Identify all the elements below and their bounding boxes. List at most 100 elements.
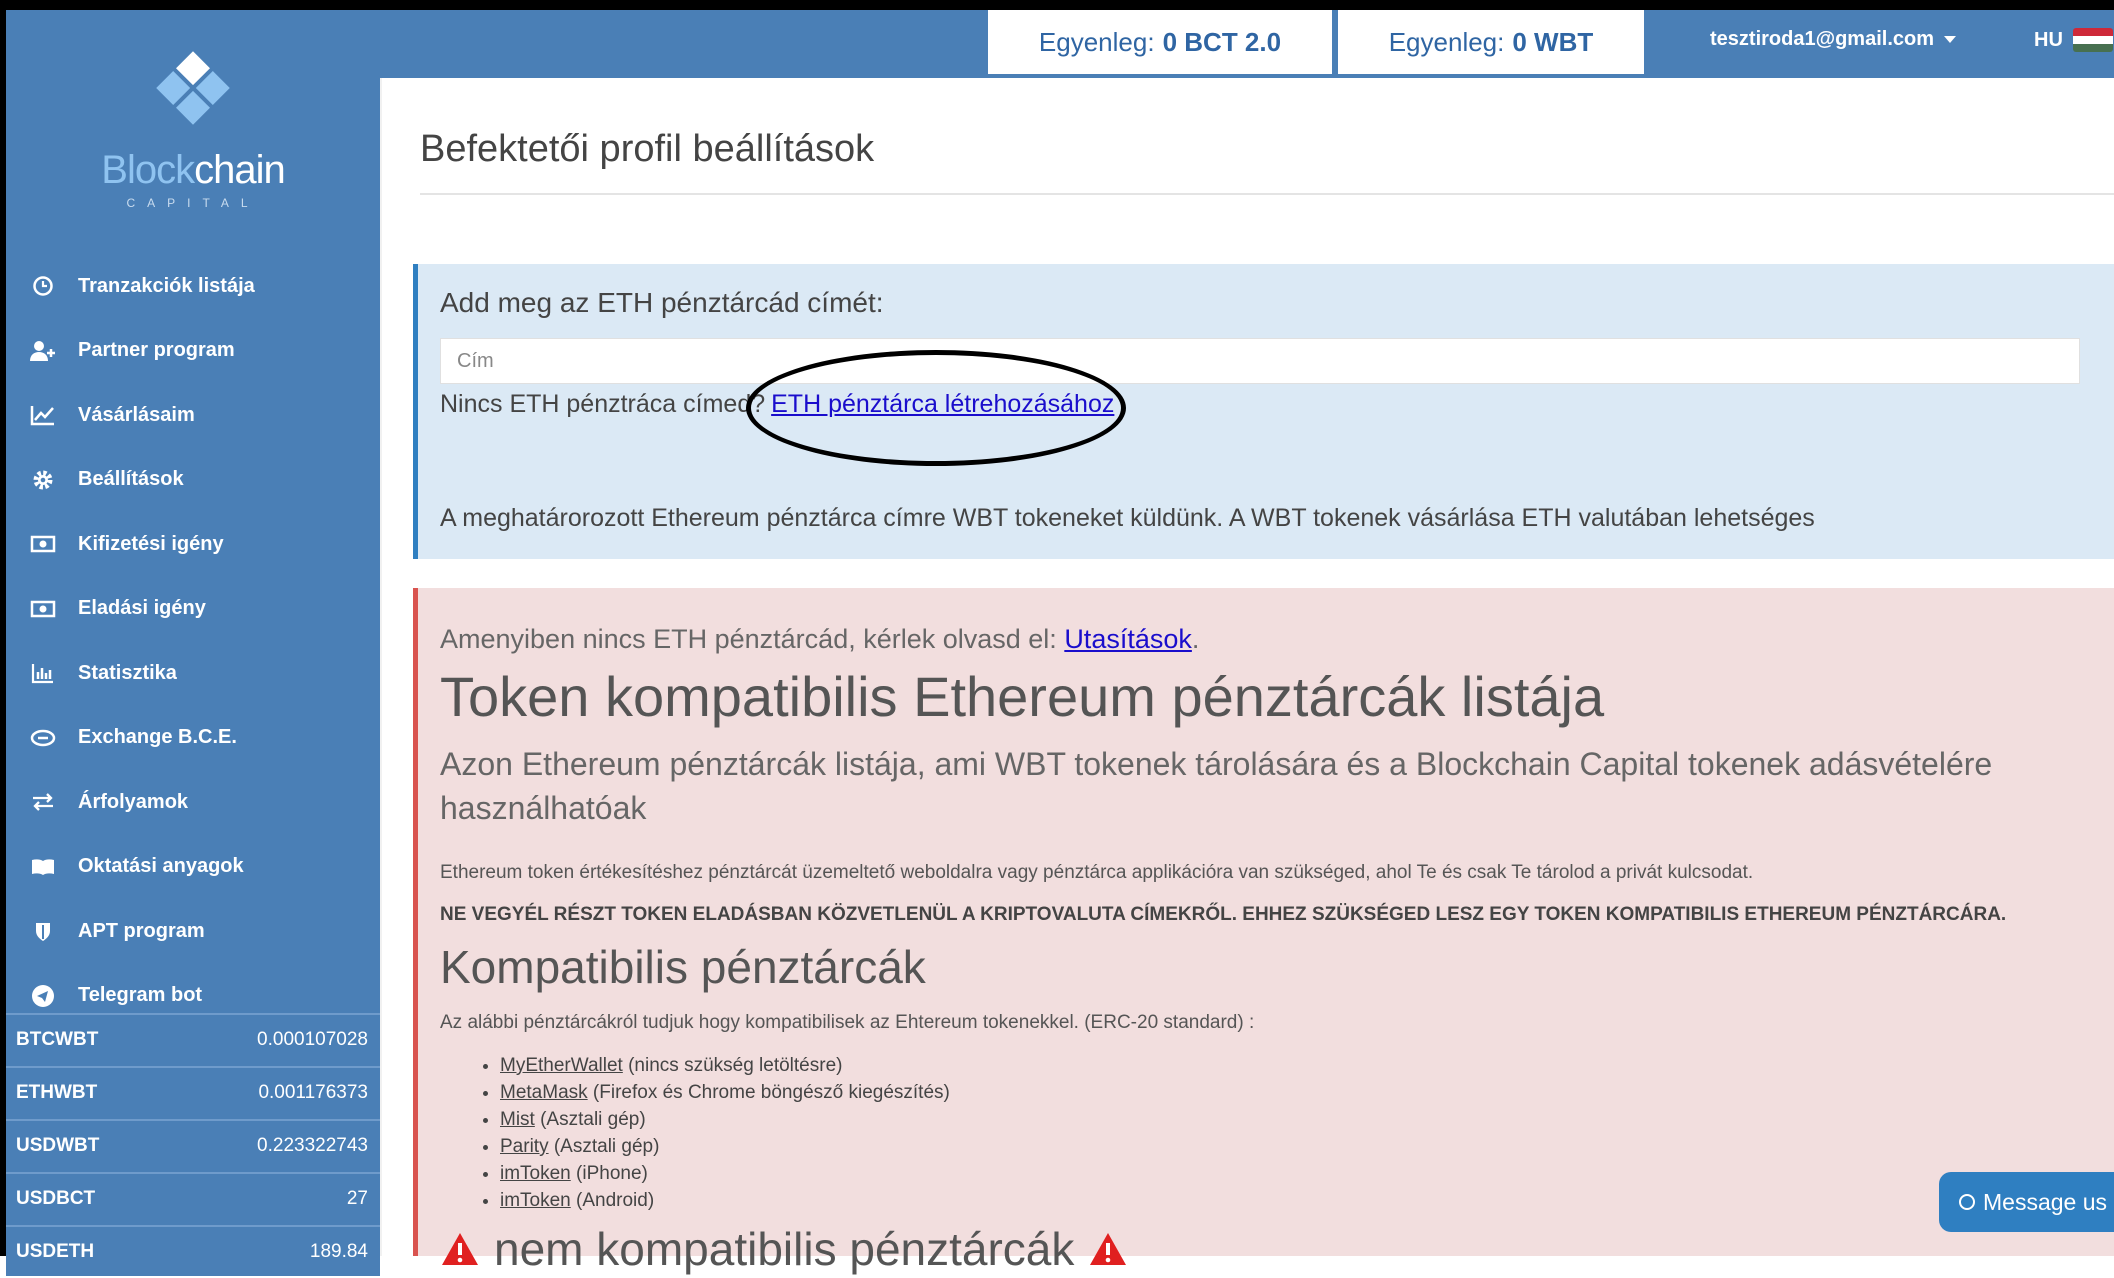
chat-icon <box>1959 1194 1975 1210</box>
no-address-text: Nincs ETH pénztráca címed? <box>440 390 766 418</box>
rate-value: 27 <box>346 1187 368 1209</box>
rate-value: 0.223322743 <box>257 1134 368 1156</box>
sidebar-item-label: Telegram bot <box>78 984 203 1007</box>
wallet-paragraph: Ethereum token értékesítéshez pénztárcát… <box>440 862 1754 883</box>
rate-value: 0.001176373 <box>258 1081 368 1103</box>
eth-address-label: Add meg az ETH pénztárcád címét: <box>440 287 884 318</box>
compatible-wallets-intro: Az alábbi pénztárcákról tudjuk hogy komp… <box>440 1012 1255 1033</box>
sidebar-item-label: Oktatási anyagok <box>78 855 244 878</box>
instructions-link[interactable]: Utasítások <box>1064 624 1192 654</box>
wallet-note: (Firefox és Chrome böngésző kiegészítés) <box>592 1082 950 1103</box>
wallet-link[interactable]: imToken <box>500 1190 571 1211</box>
logo[interactable]: Blockchain CAPITAL <box>6 30 380 210</box>
sidebar-item-label: Vásárlásaim <box>78 403 195 426</box>
wallet-list-heading: Token kompatibilis Ethereum pénztárcák l… <box>440 665 1605 728</box>
wallet-note: (Asztali gép) <box>540 1109 646 1130</box>
compatible-wallets-heading: Kompatibilis pénztárcák <box>440 941 926 993</box>
sidebar-item-label: Beállítások <box>78 468 184 491</box>
rate-row: USDWBT 0.223322743 <box>6 1119 380 1170</box>
list-item: Mist (Asztali gép) <box>500 1106 950 1133</box>
language-selector[interactable]: HU <box>2034 28 2113 52</box>
arrows-icon <box>28 787 58 817</box>
sidebar-item-sale-request[interactable]: Eladási igény <box>6 577 380 642</box>
sidebar-item-label: Partner program <box>78 339 235 362</box>
eth-info-text: A meghatárorozott Ethereum pénztárca cím… <box>440 504 1815 532</box>
sidebar-item-rates[interactable]: Árfolyamok <box>6 770 380 835</box>
sidebar-item-exchange[interactable]: Exchange B.C.E. <box>6 706 380 771</box>
sidebar-item-label: Statisztika <box>78 661 177 684</box>
title-divider <box>420 193 2114 195</box>
list-item: imToken (iPhone) <box>500 1160 950 1187</box>
user-email: tesztiroda1@gmail.com <box>1710 28 1935 50</box>
sidebar-item-transactions[interactable]: Tranzakciók listája <box>6 254 380 319</box>
wallet-note: (Android) <box>576 1190 655 1211</box>
wallet-note: (Asztali gép) <box>553 1136 660 1157</box>
add-user-icon <box>28 336 58 366</box>
rate-pair: ETHWBT <box>16 1081 98 1103</box>
sidebar-item-label: Tranzakciók listája <box>78 274 255 297</box>
rate-pair: USDETH <box>16 1240 95 1262</box>
message-us-button[interactable]: Message us <box>1939 1172 2114 1232</box>
sidebar-item-payout-request[interactable]: Kifizetési igény <box>6 512 380 577</box>
balance-bct-label: Egyenleg: <box>1038 26 1155 57</box>
sidebar-item-label: Kifizetési igény <box>78 532 224 555</box>
sidebar-item-apt-program[interactable]: APT program <box>6 899 380 964</box>
clock-icon <box>28 271 58 301</box>
rate-value: 0.000107028 <box>257 1028 368 1050</box>
balance-wbt-value: 0 WBT <box>1512 26 1594 57</box>
sidebar-item-partner-program[interactable]: Partner program <box>6 319 380 384</box>
money-icon <box>28 529 58 559</box>
line-chart-icon <box>28 400 58 430</box>
balance-bct-value: 0 BCT 2.0 <box>1162 26 1282 57</box>
wallet-note: (nincs szükség letöltésre) <box>628 1055 843 1076</box>
logo-word-chain: chain <box>194 148 286 192</box>
warning-icon <box>442 1233 478 1265</box>
rate-pair: BTCWBT <box>16 1028 99 1050</box>
wallet-link[interactable]: imToken <box>500 1163 571 1184</box>
wallet-list-subheading: Azon Ethereum pénztárcák listája, ami WB… <box>440 746 1993 826</box>
wallet-link[interactable]: Parity <box>500 1136 549 1157</box>
wallet-note: (iPhone) <box>576 1163 648 1184</box>
telegram-icon <box>28 981 58 1011</box>
instructions-intro: Amenyiben nincs ETH pénztárcád, kérlek o… <box>440 624 1199 655</box>
intro-text: Amenyiben nincs ETH pénztárcád, kérlek o… <box>440 624 1057 654</box>
list-item: imToken (Android) <box>500 1187 950 1214</box>
bar-chart-icon <box>28 658 58 688</box>
hungary-flag-icon <box>2072 28 2113 52</box>
highlight-circle <box>746 350 1126 466</box>
user-menu[interactable]: tesztiroda1@gmail.com <box>1710 28 1957 51</box>
sidebar-item-education[interactable]: Oktatási anyagok <box>6 835 380 900</box>
balance-wbt: Egyenleg: 0 WBT <box>1338 10 1644 74</box>
list-item: MyEtherWallet (nincs szükség letöltésre) <box>500 1052 950 1079</box>
balance-bct: Egyenleg: 0 BCT 2.0 <box>988 10 1332 74</box>
money-icon <box>28 594 58 624</box>
sidebar-item-label: Exchange B.C.E. <box>78 726 237 749</box>
logo-word-block: Block <box>101 148 195 192</box>
balance-wbt-label: Egyenleg: <box>1388 26 1505 57</box>
incompatible-heading-text: nem kompatibilis pénztárcák <box>494 1223 1075 1275</box>
sidebar-item-purchases[interactable]: Vásárlásaim <box>6 383 380 448</box>
rate-row: ETHWBT 0.001176373 <box>6 1066 380 1117</box>
sidebar-item-label: Eladási igény <box>78 597 206 620</box>
page-title: Befektetői profil beállítások <box>420 128 875 170</box>
sidebar-nav: Tranzakciók listája Partner program Vásá… <box>6 254 380 1028</box>
message-us-label: Message us <box>1983 1188 2108 1215</box>
logo-wordmark: Blockchain <box>6 148 380 193</box>
rate-pair: USDWBT <box>16 1134 100 1156</box>
rate-value: 189.84 <box>309 1240 368 1262</box>
rates-table: BTCWBT 0.000107028 ETHWBT 0.001176373 USDW… <box>6 1013 380 1278</box>
eth-address-input[interactable] <box>440 338 2080 384</box>
wallet-link[interactable]: MetaMask <box>500 1082 588 1103</box>
rate-pair: USDBCT <box>16 1187 96 1209</box>
exchange-icon <box>28 723 58 753</box>
sidebar-item-label: APT program <box>78 919 205 942</box>
shield-icon <box>28 916 58 946</box>
wallet-link[interactable]: MyEtherWallet <box>500 1055 623 1076</box>
logo-diamond-icon <box>156 51 230 125</box>
intro-end: . <box>1191 624 1200 654</box>
sidebar-item-settings[interactable]: Beállítások <box>6 448 380 513</box>
rate-row: USDETH 189.84 <box>6 1225 380 1276</box>
sidebar-item-statistics[interactable]: Statisztika <box>6 641 380 706</box>
wallet-link[interactable]: Mist <box>500 1109 535 1130</box>
logo-subtitle: CAPITAL <box>126 196 260 210</box>
